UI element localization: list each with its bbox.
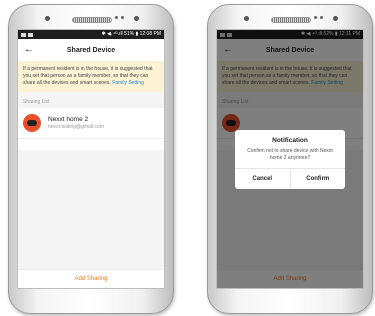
cancel-button[interactable]: Cancel <box>235 169 291 189</box>
bottom-bar: Add Sharing <box>18 269 164 288</box>
member-email: nexxt.testing@gmail.com <box>48 123 104 130</box>
dialog-message: Confirm not to share device with Nexxt h… <box>247 148 333 161</box>
sensor-dot <box>121 16 124 19</box>
top-bezel <box>9 5 173 29</box>
family-setting-link[interactable]: Family Setting <box>112 80 144 86</box>
member-name: Nexxt home 2 <box>48 115 89 123</box>
earpiece-speaker <box>271 17 311 23</box>
nav-bar: ← Shared Device <box>18 39 164 61</box>
earpiece-speaker <box>72 17 112 23</box>
dialog-title: Notification <box>272 137 308 144</box>
page-title: Shared Device <box>66 46 116 54</box>
stage: ✱ ◀ᵢ ⁴ᴳ.ıll 51% ▮ 12:08 PM ← Shared Devi… <box>0 0 375 316</box>
add-sharing-button[interactable]: Add Sharing <box>74 276 107 282</box>
sensor-dot <box>314 16 317 19</box>
screen: ✱ ◀ᵢ ⁴ᴳ.ıll 51% ▮ 12:08 PM ← Shared Devi… <box>17 29 165 289</box>
content-area <box>18 150 164 270</box>
back-arrow-icon[interactable]: ← <box>24 44 34 56</box>
screen: ✱ ◀ᵢ ⁴ᴳ.ıll 52% ▮ 12:11 PM ← Shared Devi… <box>216 29 364 289</box>
front-camera-icon <box>45 16 50 21</box>
front-camera-icon <box>134 16 139 21</box>
status-info: ✱ ◀ᵢ ⁴ᴳ.ıll 51% ▮ 12:08 PM <box>101 31 161 37</box>
info-banner: If a permanent resident is in the house,… <box>18 61 164 92</box>
list-item[interactable]: Nexxt home 2 nexxt.testing@gmail.com <box>18 108 164 139</box>
phone-right: ✱ ◀ᵢ ⁴ᴳ.ıll 52% ▮ 12:11 PM ← Shared Devi… <box>207 4 373 314</box>
sensor-dot <box>115 16 118 19</box>
front-camera-icon <box>244 16 249 21</box>
device-avatar-icon <box>23 114 41 132</box>
sensor-dot <box>320 16 323 19</box>
bottom-bezel <box>208 289 372 313</box>
phone-left: ✱ ◀ᵢ ⁴ᴳ.ıll 51% ▮ 12:08 PM ← Shared Devi… <box>8 4 174 314</box>
status-icons <box>21 32 33 37</box>
notification-icon <box>28 32 33 37</box>
confirm-button[interactable]: Confirm <box>291 169 346 189</box>
status-bar: ✱ ◀ᵢ ⁴ᴳ.ıll 51% ▮ 12:08 PM <box>18 30 164 39</box>
top-bezel <box>208 5 372 29</box>
notification-icon <box>21 32 26 37</box>
notification-dialog: Notification Confirm not to share device… <box>235 130 345 189</box>
bottom-bezel <box>9 289 173 313</box>
list-item-text: Nexxt home 2 nexxt.testing@gmail.com <box>48 116 104 131</box>
sharing-list-label: Sharing List <box>18 92 164 108</box>
front-camera-icon <box>333 16 338 21</box>
dialog-actions: Cancel Confirm <box>235 168 345 189</box>
